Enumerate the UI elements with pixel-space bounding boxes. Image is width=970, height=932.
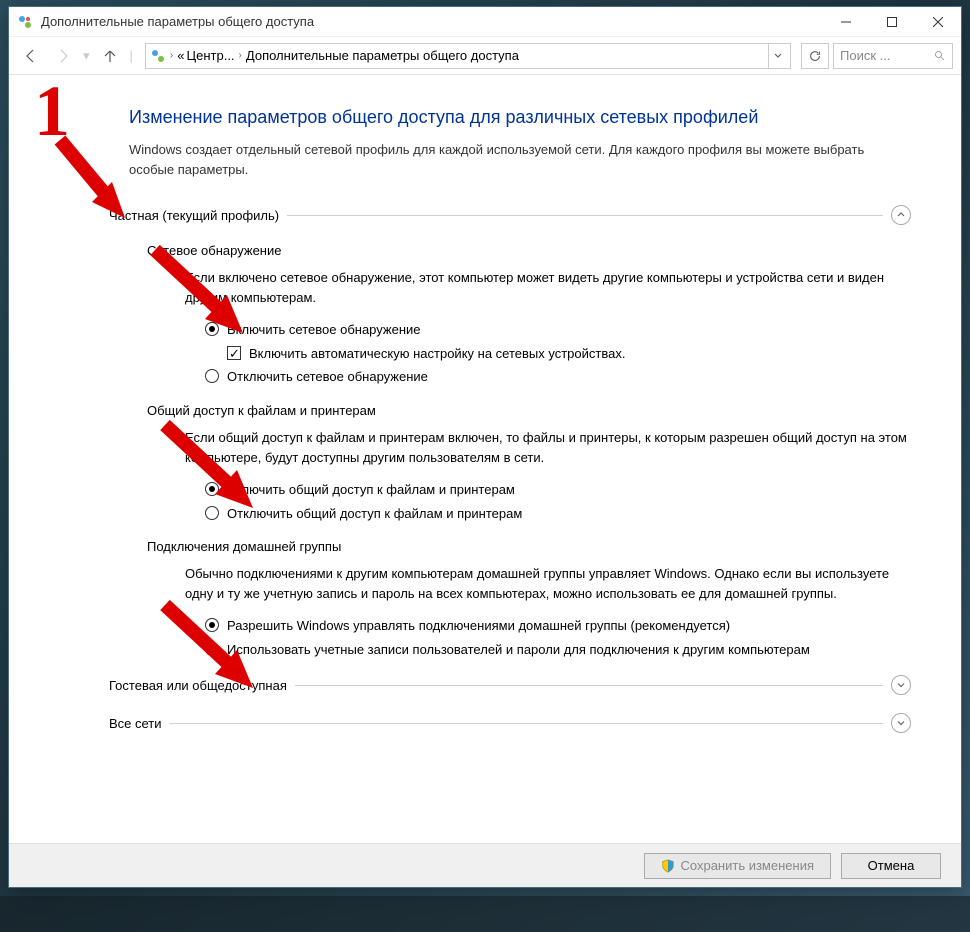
chevron-right-icon: › (168, 50, 175, 61)
breadcrumb-item[interactable]: Дополнительные параметры общего доступа (246, 48, 519, 63)
option-group: Включить общий доступ к файлам и принтер… (205, 480, 911, 523)
subsection-discovery: Сетевое обнаружение Если включено сетево… (147, 243, 911, 387)
chevron-right-icon: › (237, 50, 244, 61)
section-label: Гостевая или общедоступная (109, 678, 287, 693)
content-area: Изменение параметров общего доступа для … (9, 75, 961, 843)
section-label: Все сети (109, 716, 162, 731)
close-button[interactable] (915, 7, 961, 37)
subsection-title: Подключения домашней группы (147, 539, 911, 554)
breadcrumb-item[interactable]: « (177, 48, 184, 63)
maximize-button[interactable] (869, 7, 915, 37)
section-header-all[interactable]: Все сети (109, 711, 911, 735)
forward-button[interactable] (49, 42, 77, 70)
subsection-fileshare: Общий доступ к файлам и принтерам Если о… (147, 403, 911, 523)
button-label: Отмена (868, 858, 915, 873)
nav-separator: ▾ (83, 48, 90, 64)
breadcrumb-item[interactable]: Центр... (187, 48, 235, 63)
radio-icon (205, 369, 219, 383)
checkbox-icon (227, 346, 241, 360)
page-description: Windows создает отдельный сетевой профил… (129, 140, 911, 179)
section-header-private[interactable]: Частная (текущий профиль) (109, 203, 911, 227)
chevron-down-icon[interactable] (891, 713, 911, 733)
refresh-button[interactable] (801, 43, 829, 69)
search-placeholder: Поиск ... (840, 48, 890, 63)
radio-homegroup-user[interactable]: Использовать учетные записи пользователе… (205, 640, 911, 660)
option-label: Включить общий доступ к файлам и принтер… (227, 480, 515, 500)
titlebar: Дополнительные параметры общего доступа (9, 7, 961, 37)
navbar: ▾ | › « Центр... › Дополнительные параме… (9, 37, 961, 75)
subsection-homegroup: Подключения домашней группы Обычно подкл… (147, 539, 911, 659)
radio-fileshare-off[interactable]: Отключить общий доступ к файлам и принте… (205, 504, 911, 524)
breadcrumb[interactable]: › « Центр... › Дополнительные параметры … (145, 43, 791, 69)
section-private: Частная (текущий профиль) Сетевое обнару… (109, 203, 911, 659)
divider (170, 723, 883, 724)
option-group: Разрешить Windows управлять подключениям… (205, 616, 911, 659)
minimize-button[interactable] (823, 7, 869, 37)
checkbox-auto-setup[interactable]: Включить автоматическую настройку на сет… (227, 344, 911, 364)
cancel-button[interactable]: Отмена (841, 853, 941, 879)
subsection-desc: Обычно подключениями к другим компьютера… (185, 564, 911, 604)
up-button[interactable] (96, 42, 124, 70)
window-controls (823, 7, 961, 37)
radio-discovery-on[interactable]: Включить сетевое обнаружение (205, 320, 911, 340)
option-group: Включить сетевое обнаружение Включить ав… (205, 320, 911, 387)
option-label: Включить сетевое обнаружение (227, 320, 421, 340)
radio-icon (205, 506, 219, 520)
button-label: Сохранить изменения (681, 858, 815, 873)
chevron-up-icon[interactable] (891, 205, 911, 225)
page-title: Изменение параметров общего доступа для … (129, 107, 911, 128)
nav-separator: | (130, 48, 133, 63)
radio-discovery-off[interactable]: Отключить сетевое обнаружение (205, 367, 911, 387)
radio-icon (205, 618, 219, 632)
app-icon (17, 14, 33, 30)
divider (295, 685, 883, 686)
section-all-networks: Все сети (109, 711, 911, 735)
option-label: Отключить общий доступ к файлам и принте… (227, 504, 522, 524)
window: Дополнительные параметры общего доступа … (8, 6, 962, 888)
option-label: Разрешить Windows управлять подключениям… (227, 616, 730, 636)
option-label: Использовать учетные записи пользователе… (227, 640, 810, 660)
radio-homegroup-windows[interactable]: Разрешить Windows управлять подключениям… (205, 616, 911, 636)
subsection-title: Сетевое обнаружение (147, 243, 911, 258)
option-label: Отключить сетевое обнаружение (227, 367, 428, 387)
chevron-down-icon[interactable] (891, 675, 911, 695)
radio-icon (205, 642, 219, 656)
search-input[interactable]: Поиск ... (833, 43, 953, 69)
subsection-desc: Если включено сетевое обнаружение, этот … (185, 268, 911, 308)
section-header-guest[interactable]: Гостевая или общедоступная (109, 673, 911, 697)
shield-icon (661, 859, 675, 873)
breadcrumb-icon (150, 48, 166, 64)
subsection-title: Общий доступ к файлам и принтерам (147, 403, 911, 418)
divider (287, 215, 883, 216)
footer: Сохранить изменения Отмена (9, 843, 961, 887)
taskbar (0, 896, 970, 932)
breadcrumb-dropdown[interactable] (768, 44, 786, 68)
section-guest: Гостевая или общедоступная (109, 673, 911, 697)
option-label: Включить автоматическую настройку на сет… (249, 344, 625, 364)
section-label: Частная (текущий профиль) (109, 208, 279, 223)
radio-icon (205, 482, 219, 496)
save-button[interactable]: Сохранить изменения (644, 853, 832, 879)
window-title: Дополнительные параметры общего доступа (41, 14, 823, 29)
back-button[interactable] (17, 42, 45, 70)
radio-fileshare-on[interactable]: Включить общий доступ к файлам и принтер… (205, 480, 911, 500)
radio-icon (205, 322, 219, 336)
subsection-desc: Если общий доступ к файлам и принтерам в… (185, 428, 911, 468)
